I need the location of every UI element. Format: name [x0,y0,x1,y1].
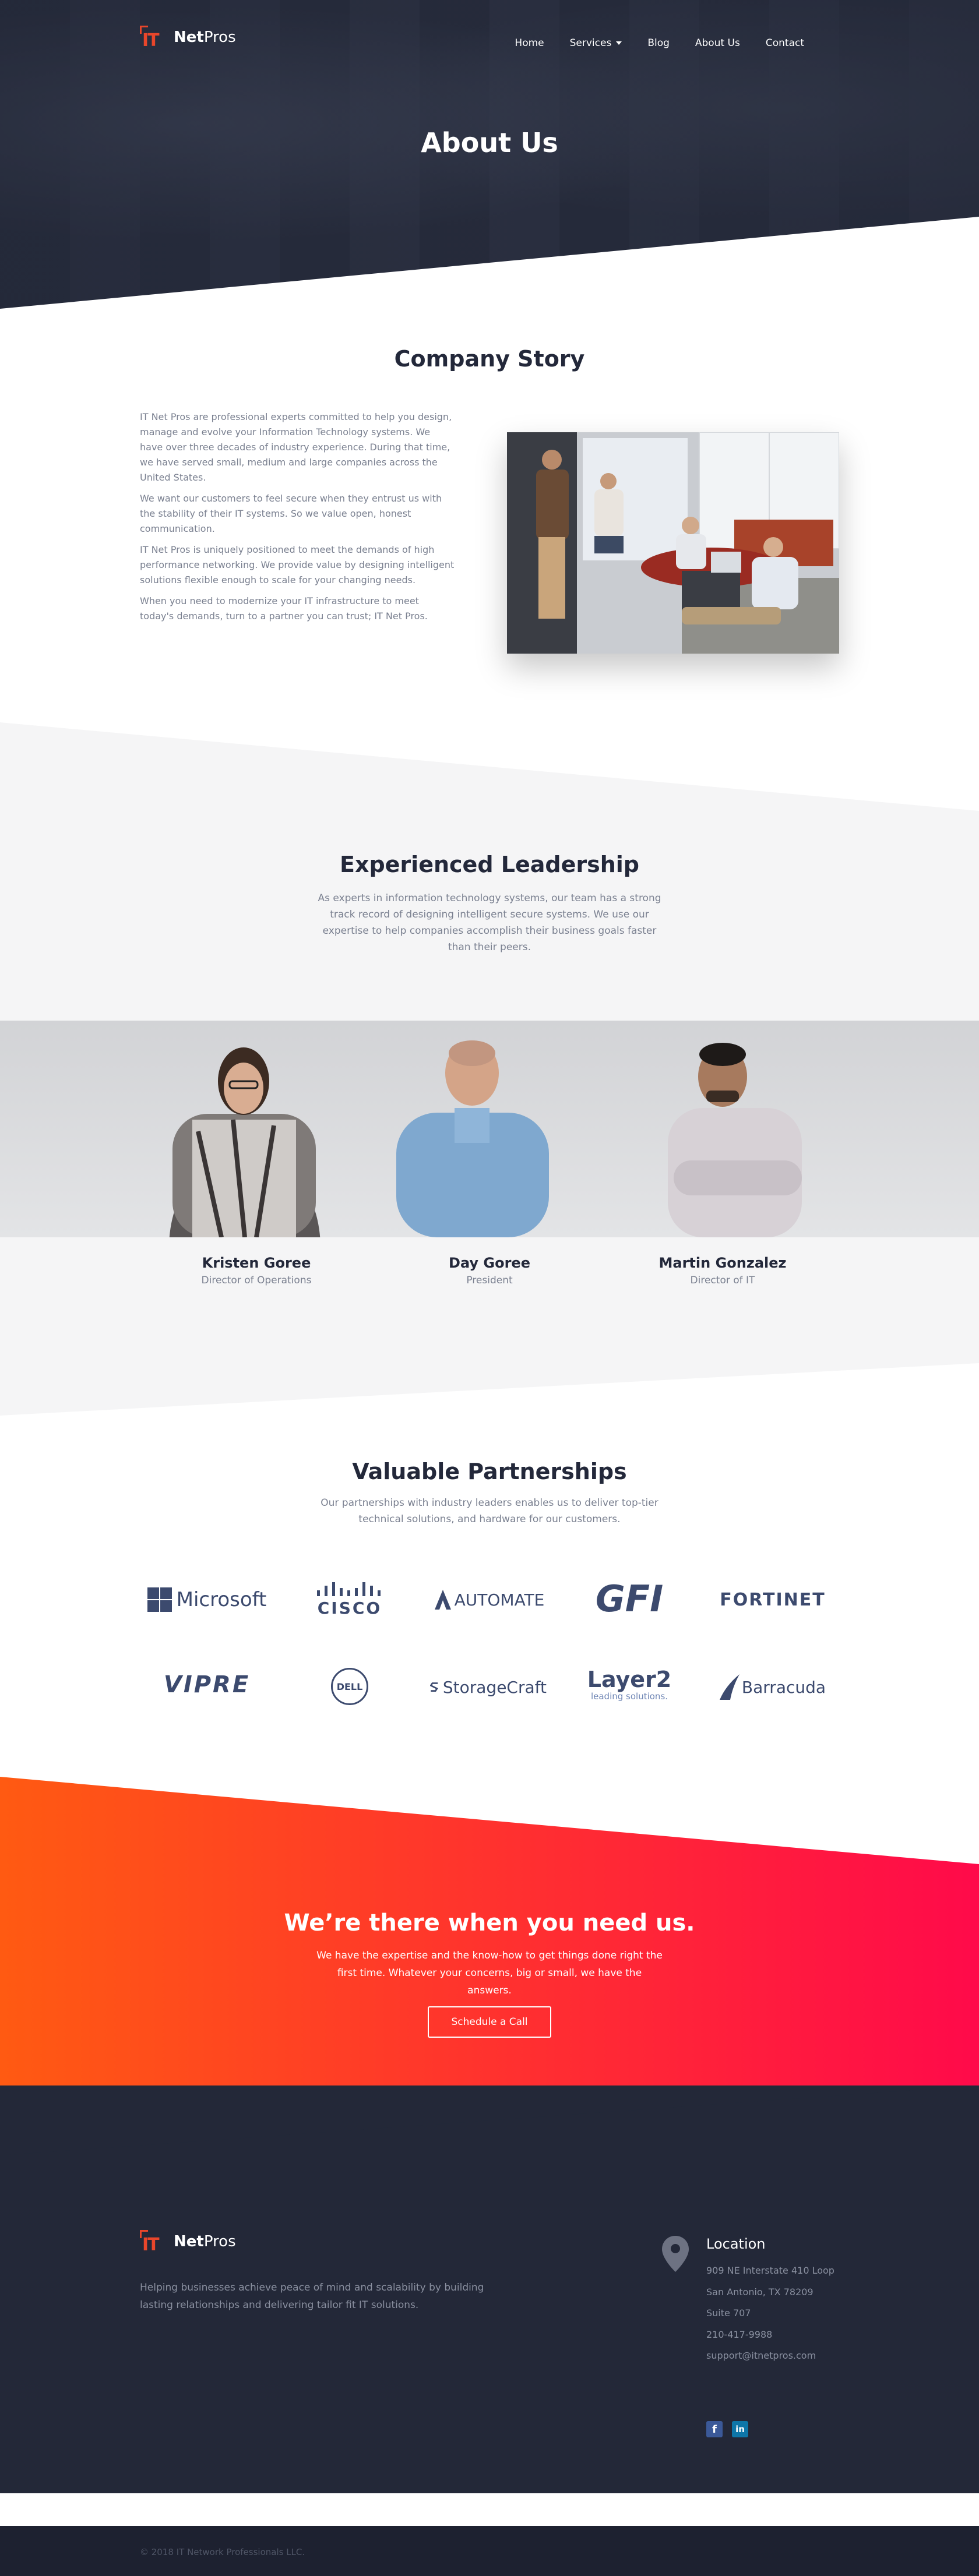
automate-logo: AUTOMATE [431,1583,548,1616]
it-logo-mark-icon: IT [140,2230,172,2255]
cta-subtitle: We have the expertise and the know-how t… [316,1950,663,1996]
gfi-logo: GFI [589,1575,670,1622]
member-name: Kristen Goree [202,1255,311,1271]
vipre-wordmark: VIPRE [163,1671,251,1698]
story-paragraph: We want our customers to feel secure whe… [140,493,442,534]
nav-item-about[interactable]: About Us [695,37,740,49]
nav-item-contact[interactable]: Contact [766,37,804,49]
location-address: 909 NE Interstate 410 Loop San Antonio, … [706,2260,834,2367]
nav-item-services[interactable]: Services [570,37,622,49]
cisco-wordmark: CISCO [317,1598,382,1618]
footer-tagline: Helping businesses achieve peace of mind… [140,2282,484,2311]
gfi-wordmark: GFI [595,1577,664,1620]
copyright-text: © 2018 IT Network Professionals LLC. [140,2547,305,2557]
automate-mark-icon [434,1590,451,1610]
kristen-goree-photo [169,1047,321,1237]
automate-wordmark: AUTOMATE [454,1590,545,1610]
barracuda-logo: Barracuda [709,1670,837,1705]
leadership-subtitle: As experts in information technology sys… [318,892,661,953]
linkedin-icon[interactable]: in [732,2421,748,2437]
storagecraft-mark-icon [430,1682,438,1692]
schedule-call-button[interactable]: Schedule a Call [428,2006,551,2038]
location-title: Location [706,2236,766,2252]
storagecraft-wordmark: StorageCraft [442,1677,547,1697]
microsoft-squares-icon [147,1587,172,1612]
martin-gonzalez-photo [668,1043,802,1237]
it-logo-mark-icon: IT [140,26,172,51]
team-photo-strip [0,1021,979,1237]
member-name: Day Goree [449,1255,530,1271]
member-role: President [466,1275,513,1286]
partnerships-subtitle: Our partnerships with industry leaders e… [321,1497,658,1525]
layer2-tagline: leading solutions. [590,1691,668,1702]
nav-item-home[interactable]: Home [515,37,544,49]
story-paragraph: When you need to modernize your IT infra… [140,595,428,622]
nav-item-services-label: Services [569,37,612,49]
address-line: Suite 707 [706,2307,751,2319]
dell-wordmark: DELL [331,1668,368,1705]
layer2-wordmark: Layer2 [587,1667,672,1692]
leadership-title: Experienced Leadership [339,852,639,877]
barracuda-wordmark: Barracuda [741,1677,826,1697]
main-nav: Home Services Blog About Us Contact [515,37,804,49]
storagecraft-logo: StorageCraft [430,1671,547,1703]
layer2-logo: Layer2 leading solutions. [577,1664,682,1706]
cta-title: We’re there when you need us. [284,1910,695,1936]
member-name: Martin Gonzalez [658,1255,787,1271]
address-line: 909 NE Interstate 410 Loop [706,2265,834,2276]
logo-wordmark: NetPros [174,2233,236,2250]
microsoft-wordmark: Microsoft [176,1588,267,1611]
cisco-logo: CISCO [309,1578,390,1622]
logo-wordmark: NetPros [174,29,236,46]
address-line: San Antonio, TX 78209 [706,2286,814,2298]
fortinet-wordmark: FORTINET [720,1589,826,1610]
location-pin-icon [662,2236,689,2272]
member-role: Director of IT [690,1275,755,1286]
vipre-logo: VIPRE [146,1667,268,1702]
barracuda-fin-icon [719,1674,739,1700]
fortinet-logo: FORTINET [709,1586,837,1614]
company-story-text: IT Net Pros are professional experts com… [140,410,455,630]
dell-logo: DELL [329,1666,370,1707]
email-link[interactable]: support@itnetpros.com [706,2345,834,2367]
member-role: Director of Operations [201,1275,312,1286]
partnerships-title: Valuable Partnerships [352,1459,627,1484]
footer-logo[interactable]: IT NetPros [140,2230,236,2255]
day-goree-photo [396,1040,549,1237]
story-paragraph: IT Net Pros is uniquely positioned to me… [140,544,455,585]
story-paragraph: IT Net Pros are professional experts com… [140,411,452,483]
header-logo[interactable]: IT NetPros [140,26,236,51]
cisco-bars-icon [317,1582,381,1596]
company-story-title: Company Story [394,346,585,372]
office-team-photo [507,432,839,654]
microsoft-logo: Microsoft [146,1582,268,1617]
caret-down-icon [616,41,622,45]
page-title: About Us [421,127,558,158]
phone-link[interactable]: 210-417-9988 [706,2324,834,2346]
facebook-icon[interactable]: f [706,2421,723,2437]
nav-item-blog[interactable]: Blog [647,37,670,49]
